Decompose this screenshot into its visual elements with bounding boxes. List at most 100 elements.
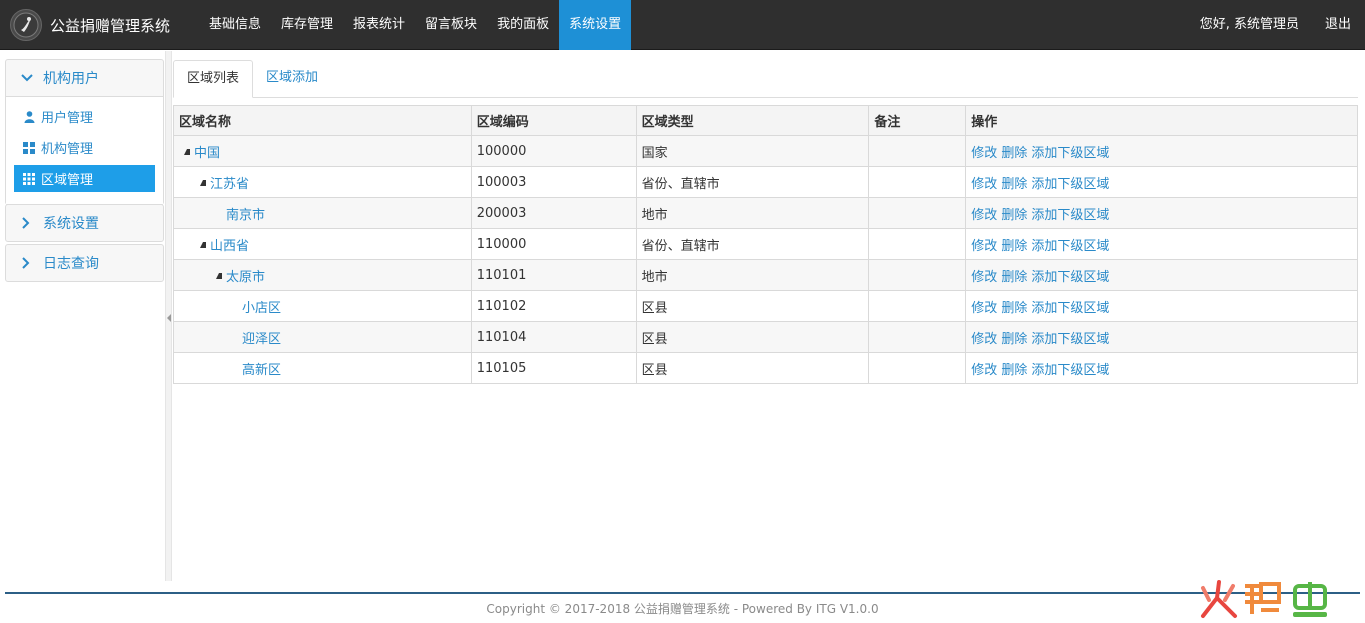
delete-link[interactable]: 删除 bbox=[1001, 332, 1027, 347]
region-actions-cell: 修改 删除 添加下级区域 bbox=[965, 290, 1358, 322]
column-header: 区域名称 bbox=[173, 105, 472, 136]
column-header: 操作 bbox=[965, 105, 1358, 136]
nav-item-2[interactable]: 报表统计 bbox=[343, 0, 415, 50]
add-child-region-link[interactable]: 添加下级区域 bbox=[1031, 332, 1109, 347]
region-name-cell[interactable]: 江苏省 bbox=[173, 166, 472, 198]
region-name-cell[interactable]: 中国 bbox=[173, 135, 472, 167]
table-row[interactable]: 太原市 110101 地市 修改 删除 添加下级区域 bbox=[173, 259, 1358, 291]
table-row[interactable]: 迎泽区 110104 区县 修改 删除 添加下级区域 bbox=[173, 321, 1358, 353]
tab-bar: 区域列表 区域添加 bbox=[173, 60, 1358, 98]
expand-triangle-icon[interactable] bbox=[200, 241, 206, 248]
table-row[interactable]: 小店区 110102 区县 修改 删除 添加下级区域 bbox=[173, 290, 1358, 322]
sidebar-group-header[interactable]: 日志查询 bbox=[6, 245, 163, 281]
region-type-cell: 国家 bbox=[635, 135, 870, 167]
region-actions-cell: 修改 删除 添加下级区域 bbox=[965, 259, 1358, 291]
user-area: 您好, 系统管理员 退出 bbox=[1188, 0, 1365, 50]
sidebar-group-header[interactable]: 系统设置 bbox=[6, 205, 163, 241]
sidebar-item-label: 区域管理 bbox=[41, 173, 94, 188]
sidebar-item-user-management[interactable]: 用户管理 bbox=[14, 103, 155, 130]
delete-link[interactable]: 删除 bbox=[1001, 177, 1027, 192]
region-name-cell[interactable]: 小店区 bbox=[173, 290, 472, 322]
region-note-cell bbox=[868, 259, 967, 291]
region-actions-cell: 修改 删除 添加下级区域 bbox=[965, 321, 1358, 353]
nav-item-3[interactable]: 留言板块 bbox=[415, 0, 487, 50]
region-note-cell bbox=[868, 228, 967, 260]
nav-item-5[interactable]: 系统设置 bbox=[559, 0, 632, 50]
collapse-arrow-icon[interactable] bbox=[167, 314, 171, 322]
app-title: 公益捐赠管理系统 bbox=[50, 16, 171, 35]
nav-item-1[interactable]: 库存管理 bbox=[271, 0, 343, 50]
expand-triangle-icon[interactable] bbox=[200, 179, 206, 186]
table-row[interactable]: 南京市 200003 地市 修改 删除 添加下级区域 bbox=[173, 197, 1358, 229]
tab-region-list[interactable]: 区域列表 bbox=[173, 60, 254, 98]
sidebar-group-org-users: 机构用户 用户管理 机构管理 区域管理 bbox=[5, 59, 164, 205]
table-row[interactable]: 江苏省 100003 省份、直辖市 修改 删除 添加下级区域 bbox=[173, 166, 1358, 198]
region-type-cell: 地市 bbox=[635, 259, 870, 291]
edit-link[interactable]: 修改 bbox=[971, 239, 997, 254]
expand-triangle-icon[interactable] bbox=[216, 272, 222, 279]
add-child-region-link[interactable]: 添加下级区域 bbox=[1031, 363, 1109, 378]
sidebar-item-region-management[interactable]: 区域管理 bbox=[14, 165, 155, 192]
main-nav: 基础信息 库存管理 报表统计 留言板块 我的面板 系统设置 bbox=[199, 0, 632, 50]
table-icon bbox=[22, 172, 36, 186]
table-row[interactable]: 山西省 110000 省份、直辖市 修改 删除 添加下级区域 bbox=[173, 228, 1358, 260]
add-child-region-link[interactable]: 添加下级区域 bbox=[1031, 239, 1109, 254]
sidebar-item-org-management[interactable]: 机构管理 bbox=[14, 134, 155, 161]
logout-link[interactable]: 退出 bbox=[1313, 0, 1365, 50]
sidebar-group-system-settings: 系统设置 bbox=[5, 204, 164, 242]
add-child-region-link[interactable]: 添加下级区域 bbox=[1031, 208, 1109, 223]
delete-link[interactable]: 删除 bbox=[1001, 239, 1027, 254]
edit-link[interactable]: 修改 bbox=[971, 146, 997, 161]
edit-link[interactable]: 修改 bbox=[971, 332, 997, 347]
add-child-region-link[interactable]: 添加下级区域 bbox=[1031, 146, 1109, 161]
main-content: 区域列表 区域添加 区域名称 区域编码 区域类型 备注 操作 中国 100000 国… bbox=[173, 51, 1358, 581]
column-header: 区域类型 bbox=[635, 105, 870, 136]
region-name-cell[interactable]: 山西省 bbox=[173, 228, 472, 260]
user-icon bbox=[22, 110, 36, 124]
region-name[interactable]: 江苏省 bbox=[210, 177, 249, 192]
add-child-region-link[interactable]: 添加下级区域 bbox=[1031, 177, 1109, 192]
sidebar: 机构用户 用户管理 机构管理 区域管理 系统设置 日志查询 bbox=[0, 51, 167, 581]
column-header: 备注 bbox=[868, 105, 967, 136]
edit-link[interactable]: 修改 bbox=[971, 177, 997, 192]
column-header: 区域编码 bbox=[470, 105, 637, 136]
region-name[interactable]: 高新区 bbox=[242, 363, 281, 378]
delete-link[interactable]: 删除 bbox=[1001, 270, 1027, 285]
region-code-cell: 110000 bbox=[470, 228, 637, 260]
nav-item-4[interactable]: 我的面板 bbox=[487, 0, 559, 50]
expand-triangle-icon[interactable] bbox=[184, 148, 190, 155]
delete-link[interactable]: 删除 bbox=[1001, 146, 1027, 161]
region-code-cell: 100003 bbox=[470, 166, 637, 198]
region-name-cell[interactable]: 迎泽区 bbox=[173, 321, 472, 353]
nav-item-0[interactable]: 基础信息 bbox=[199, 0, 271, 50]
chevron-down-icon bbox=[21, 73, 37, 83]
region-name-cell[interactable]: 高新区 bbox=[173, 352, 472, 384]
delete-link[interactable]: 删除 bbox=[1001, 363, 1027, 378]
add-child-region-link[interactable]: 添加下级区域 bbox=[1031, 270, 1109, 285]
brand[interactable]: 公益捐赠管理系统 bbox=[10, 8, 170, 42]
region-name[interactable]: 太原市 bbox=[226, 270, 265, 285]
app-logo-icon bbox=[10, 9, 42, 41]
edit-link[interactable]: 修改 bbox=[971, 270, 997, 285]
region-name[interactable]: 迎泽区 bbox=[242, 332, 281, 347]
edit-link[interactable]: 修改 bbox=[971, 301, 997, 316]
region-type-cell: 区县 bbox=[635, 321, 870, 353]
region-name[interactable]: 中国 bbox=[194, 146, 220, 161]
region-name-cell[interactable]: 南京市 bbox=[173, 197, 472, 229]
edit-link[interactable]: 修改 bbox=[971, 208, 997, 223]
sidebar-splitter[interactable] bbox=[165, 51, 172, 581]
tab-region-add[interactable]: 区域添加 bbox=[253, 60, 331, 98]
watermark-logo-icon bbox=[1201, 580, 1327, 618]
user-greeting[interactable]: 您好, 系统管理员 bbox=[1188, 0, 1313, 50]
sidebar-group-header[interactable]: 机构用户 bbox=[6, 60, 163, 96]
table-row[interactable]: 中国 100000 国家 修改 删除 添加下级区域 bbox=[173, 135, 1358, 167]
region-name[interactable]: 南京市 bbox=[226, 208, 265, 223]
table-row[interactable]: 高新区 110105 区县 修改 删除 添加下级区域 bbox=[173, 352, 1358, 384]
delete-link[interactable]: 删除 bbox=[1001, 301, 1027, 316]
edit-link[interactable]: 修改 bbox=[971, 363, 997, 378]
add-child-region-link[interactable]: 添加下级区域 bbox=[1031, 301, 1109, 316]
region-name[interactable]: 小店区 bbox=[242, 301, 281, 316]
region-name-cell[interactable]: 太原市 bbox=[173, 259, 472, 291]
delete-link[interactable]: 删除 bbox=[1001, 208, 1027, 223]
region-name[interactable]: 山西省 bbox=[210, 239, 249, 254]
